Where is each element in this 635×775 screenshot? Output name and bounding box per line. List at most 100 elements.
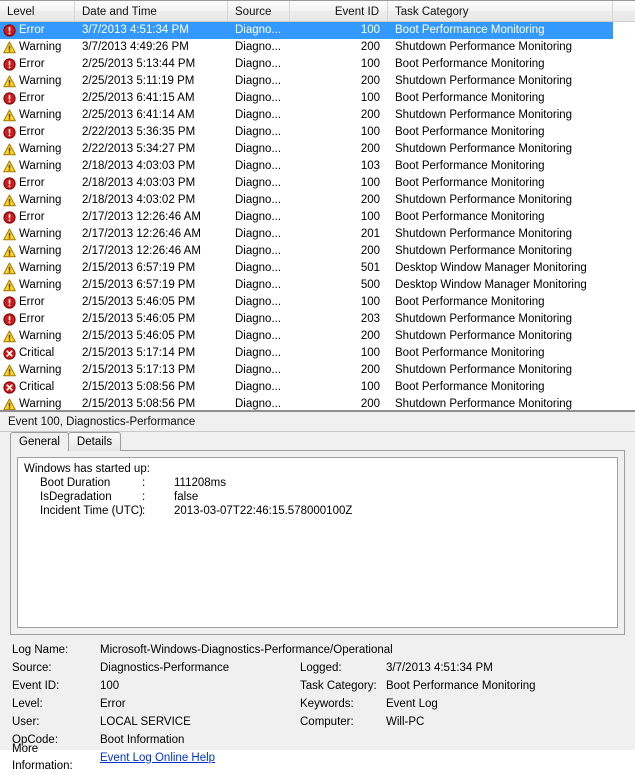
cell-task-category: Desktop Window Manager Monitoring xyxy=(395,262,587,274)
cell-task-category: Shutdown Performance Monitoring xyxy=(395,398,573,410)
table-row[interactable]: Warning 3/7/2013 4:49:26 PM Diagno... 200 Sh… xyxy=(0,39,635,56)
table-row[interactable]: Warning 2/25/2013 6:41:14 AM Diagno... 200 S… xyxy=(0,107,635,124)
table-row[interactable]: Error 2/18/2013 4:03:03 PM Diagno... 100 Boo… xyxy=(0,175,635,192)
cell-level-label: Warning xyxy=(19,109,62,121)
detail-tabstrip: General Details xyxy=(10,432,635,451)
description-entry: Boot Duration: 111208ms xyxy=(24,476,611,490)
critical-icon xyxy=(3,347,16,360)
table-row[interactable]: Critical 2/15/2013 5:08:56 PM Diagno... 100… xyxy=(0,379,635,396)
cell-level: Warning xyxy=(0,226,75,243)
meta-label-more-information: More Information: xyxy=(12,743,73,772)
warning-icon xyxy=(3,160,16,173)
event-log-online-help-link[interactable]: Event Log Online Help xyxy=(100,752,215,764)
cell-event-id: 200 xyxy=(360,75,380,87)
cell-event-id: 500 xyxy=(360,279,380,291)
table-row[interactable]: Warning 2/15/2013 6:57:19 PM Diagno... 501 D… xyxy=(0,260,635,277)
cell-task-category: Shutdown Performance Monitoring xyxy=(395,143,573,155)
cell-level-label: Warning xyxy=(19,245,62,257)
table-row[interactable]: Error 2/15/2013 5:46:05 PM Diagno... 203 Shu… xyxy=(0,311,635,328)
meta-label-secondary: Logged: xyxy=(300,661,342,674)
description-entry-val: false xyxy=(174,491,199,503)
cell-source: Diagno... xyxy=(235,398,282,410)
table-row[interactable]: Warning 2/22/2013 5:34:27 PM Diagno... 200 S… xyxy=(0,141,635,158)
cell-event-id: 100 xyxy=(360,126,380,138)
meta-value: Error xyxy=(100,697,126,710)
tab-details[interactable]: Details xyxy=(67,432,122,451)
event-description-box[interactable]: Windows has started up: Boot Duration: 11… xyxy=(17,457,618,628)
table-row[interactable]: Warning 2/17/2013 12:26:46 AM Diagno... 200… xyxy=(0,243,635,260)
cell-level: Critical xyxy=(0,379,75,396)
cell-level-label: Error xyxy=(19,58,45,70)
table-row[interactable]: Warning 2/15/2013 5:17:13 PM Diagno... 200 S… xyxy=(0,362,635,379)
cell-date-and-time: 2/15/2013 5:17:13 PM xyxy=(82,364,196,376)
cell-date-and-time: 2/25/2013 5:13:44 PM xyxy=(82,58,196,70)
meta-label: Level: xyxy=(12,697,43,710)
warning-icon xyxy=(3,228,16,241)
cell-source: Diagno... xyxy=(235,296,282,308)
cell-level: Error xyxy=(0,124,75,141)
column-header-task-category[interactable]: Task Category xyxy=(388,1,613,21)
cell-task-category: Shutdown Performance Monitoring xyxy=(395,364,573,376)
table-row[interactable]: Error 3/7/2013 4:51:34 PM Diagno... 100 Boot… xyxy=(0,22,613,39)
warning-icon xyxy=(3,194,16,207)
table-row[interactable]: Warning 2/15/2013 5:46:05 PM Diagno... 200 S… xyxy=(0,328,635,345)
tab-general[interactable]: General xyxy=(10,432,69,451)
cell-level-label: Warning xyxy=(19,330,62,342)
cell-event-id: 200 xyxy=(360,194,380,206)
cell-source: Diagno... xyxy=(235,24,282,36)
meta-row: Source: Diagnostics-Performance Logged: 3/7… xyxy=(12,659,635,677)
meta-label: User: xyxy=(12,715,40,728)
cell-date-and-time: 3/7/2013 4:51:34 PM xyxy=(82,24,189,36)
table-row[interactable]: Warning 2/15/2013 6:57:19 PM Diagno... 500 D… xyxy=(0,277,635,294)
cell-event-id: 200 xyxy=(360,41,380,53)
cell-level-label: Error xyxy=(19,92,45,104)
cell-level-label: Warning xyxy=(19,41,62,53)
cell-event-id: 201 xyxy=(360,228,380,240)
table-row[interactable]: Error 2/25/2013 6:41:15 AM Diagno... 100 Boo… xyxy=(0,90,635,107)
cell-level: Warning xyxy=(0,243,75,260)
meta-label-secondary: Task Category: xyxy=(300,679,377,692)
cell-source: Diagno... xyxy=(235,109,282,121)
cell-source: Diagno... xyxy=(235,177,282,189)
table-row[interactable]: Error 2/17/2013 12:26:46 AM Diagno... 100 Bo… xyxy=(0,209,635,226)
error-icon xyxy=(3,24,16,37)
table-row[interactable]: Warning 2/18/2013 4:03:02 PM Diagno... 200 S… xyxy=(0,192,635,209)
cell-level-label: Error xyxy=(19,211,45,223)
cell-date-and-time: 2/17/2013 12:26:46 AM xyxy=(82,228,201,240)
cell-date-and-time: 2/15/2013 6:57:19 PM xyxy=(82,262,196,274)
table-row[interactable]: Warning 2/17/2013 12:26:46 AM Diagno... 201… xyxy=(0,226,635,243)
meta-value: 100 xyxy=(100,679,120,692)
table-row[interactable]: Warning 2/25/2013 5:11:19 PM Diagno... 200 S… xyxy=(0,73,635,90)
cell-level-label: Warning xyxy=(19,279,62,291)
cell-level: Warning xyxy=(0,277,75,294)
cell-date-and-time: 2/15/2013 6:57:19 PM xyxy=(82,279,196,291)
warning-icon xyxy=(3,41,16,54)
column-header-date-and-time[interactable]: Date and Time xyxy=(75,1,228,21)
column-header-level[interactable]: Level xyxy=(0,1,75,21)
cell-event-id: 200 xyxy=(360,364,380,376)
warning-icon xyxy=(3,75,16,88)
critical-icon xyxy=(3,381,16,394)
column-header-event-id[interactable]: Event ID xyxy=(290,1,388,21)
table-row[interactable]: Error 2/22/2013 5:36:35 PM Diagno... 100 Boo… xyxy=(0,124,635,141)
column-header-source[interactable]: Source xyxy=(228,1,290,21)
cell-date-and-time: 2/25/2013 5:11:19 PM xyxy=(82,75,195,87)
cell-level-label: Error xyxy=(19,177,45,189)
table-row[interactable]: Warning 2/18/2013 4:03:03 PM Diagno... 103 B… xyxy=(0,158,635,175)
table-row[interactable]: Warning 2/15/2013 5:08:56 PM Diagno... 200 S… xyxy=(0,396,635,410)
cell-date-and-time: 2/15/2013 5:46:05 PM xyxy=(82,313,196,325)
cell-date-and-time: 2/25/2013 6:41:15 AM xyxy=(82,92,195,104)
cell-level-label: Warning xyxy=(19,143,62,155)
table-row[interactable]: Critical 2/15/2013 5:17:14 PM Diagno... 100… xyxy=(0,345,635,362)
cell-date-and-time: 2/17/2013 12:26:46 AM xyxy=(82,245,201,257)
cell-task-category: Desktop Window Manager Monitoring xyxy=(395,279,587,291)
cell-event-id: 100 xyxy=(360,347,380,359)
error-icon xyxy=(3,313,16,326)
meta-row: Level: Error Keywords: Event Log xyxy=(12,695,635,713)
error-icon xyxy=(3,296,16,309)
table-row[interactable]: Error 2/25/2013 5:13:44 PM Diagno... 100 Boo… xyxy=(0,56,635,73)
meta-label-secondary: Computer: xyxy=(300,715,354,728)
description-entry-colon: : xyxy=(142,491,146,503)
table-row[interactable]: Error 2/15/2013 5:46:05 PM Diagno... 100 Boo… xyxy=(0,294,635,311)
cell-source: Diagno... xyxy=(235,262,282,274)
